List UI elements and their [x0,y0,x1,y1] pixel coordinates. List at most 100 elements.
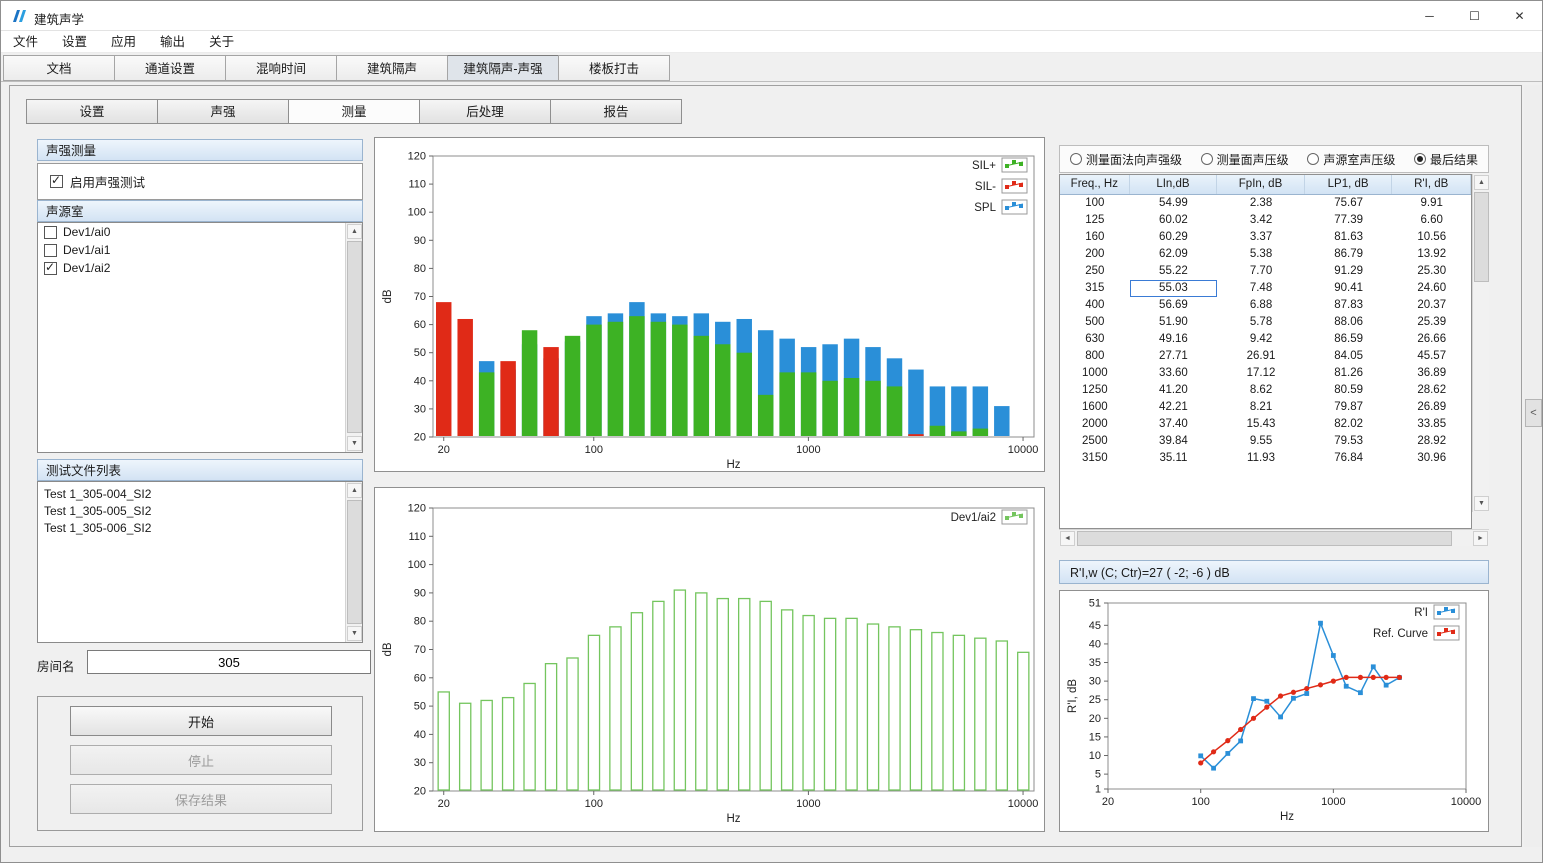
table-cell[interactable]: 79.87 [1305,399,1393,416]
stop-button[interactable]: 停止 [70,745,332,775]
collapse-button[interactable]: < [1525,399,1542,427]
table-cell[interactable]: 630 [1060,331,1130,348]
file-item-2[interactable]: Test 1_305-006_SI2 [38,520,362,537]
table-cell[interactable]: 26.66 [1392,331,1471,348]
table-row-11[interactable]: 125041.208.6280.5928.62 [1060,382,1471,399]
channel-item-2[interactable]: Dev1/ai2 [38,259,362,277]
table-row-13[interactable]: 200037.4015.4382.0233.85 [1060,416,1471,433]
table-cell[interactable]: 1600 [1060,399,1130,416]
table-cell[interactable]: 125 [1060,212,1130,229]
table-cell[interactable]: 41.20 [1130,382,1218,399]
table-row-14[interactable]: 250039.849.5579.5328.92 [1060,433,1471,450]
table-cell[interactable]: 77.39 [1305,212,1393,229]
scroll-up-button[interactable]: ▲ [1474,175,1489,190]
file-list-scrollbar[interactable]: ▲ ▼ [345,482,362,642]
table-cell[interactable]: 56.69 [1130,297,1218,314]
doc-tab-5[interactable]: 楼板打击 [558,55,670,81]
scroll-thumb[interactable] [1077,531,1452,546]
scroll-down-button[interactable]: ▼ [347,626,362,641]
table-cell[interactable]: 11.93 [1217,450,1305,467]
table-row-0[interactable]: 10054.992.3875.679.91 [1060,195,1471,212]
table-row-1[interactable]: 12560.023.4277.396.60 [1060,212,1471,229]
table-cell[interactable]: 800 [1060,348,1130,365]
table-row-3[interactable]: 20062.095.3886.7913.92 [1060,246,1471,263]
table-cell[interactable]: 82.02 [1305,416,1393,433]
table-cell[interactable]: 6.60 [1392,212,1471,229]
menu-item-4[interactable]: 关于 [197,31,246,53]
table-cell[interactable]: 200 [1060,246,1130,263]
table-cell[interactable]: 60.29 [1130,229,1218,246]
table-cell[interactable]: 36.89 [1392,365,1471,382]
table-cell[interactable]: 20.37 [1392,297,1471,314]
table-cell[interactable]: 33.85 [1392,416,1471,433]
room-name-input[interactable] [87,650,371,674]
table-cell[interactable]: 2.38 [1217,195,1305,212]
table-cell[interactable]: 49.16 [1130,331,1218,348]
scroll-thumb[interactable] [347,241,362,433]
start-button[interactable]: 开始 [70,706,332,736]
scroll-right-button[interactable]: ► [1473,531,1488,546]
scroll-up-button[interactable]: ▲ [347,224,362,239]
table-cell[interactable]: 100 [1060,195,1130,212]
table-cell[interactable]: 91.29 [1305,263,1393,280]
table-cell[interactable]: 35.11 [1130,450,1218,467]
table-cell[interactable]: 1000 [1060,365,1130,382]
channel-item-1[interactable]: Dev1/ai1 [38,241,362,259]
table-row-15[interactable]: 315035.1111.9376.8430.96 [1060,450,1471,467]
table-cell[interactable]: 30.96 [1392,450,1471,467]
table-cell[interactable]: 87.83 [1305,297,1393,314]
table-row-12[interactable]: 160042.218.2179.8726.89 [1060,399,1471,416]
table-cell[interactable]: 84.05 [1305,348,1393,365]
sub-tab-2[interactable]: 测量 [288,99,420,124]
table-row-9[interactable]: 80027.7126.9184.0545.57 [1060,348,1471,365]
table-cell[interactable]: 17.12 [1217,365,1305,382]
scroll-down-button[interactable]: ▼ [1474,496,1489,511]
table-row-2[interactable]: 16060.293.3781.6310.56 [1060,229,1471,246]
maximize-button[interactable]: ☐ [1452,1,1497,31]
minimize-button[interactable]: ─ [1407,1,1452,31]
table-cell[interactable]: 315 [1060,280,1130,297]
doc-tab-1[interactable]: 通道设置 [114,55,226,81]
table-cell[interactable]: 7.48 [1217,280,1305,297]
doc-tab-0[interactable]: 文档 [3,55,115,81]
sub-tab-0[interactable]: 设置 [26,99,158,124]
table-cell[interactable]: 10.56 [1392,229,1471,246]
table-cell[interactable]: 5.78 [1217,314,1305,331]
scroll-thumb[interactable] [1474,192,1489,282]
menu-item-3[interactable]: 输出 [148,31,197,53]
table-cell[interactable]: 3.37 [1217,229,1305,246]
table-cell[interactable]: 15.43 [1217,416,1305,433]
table-cell[interactable]: 8.62 [1217,382,1305,399]
table-cell[interactable]: 160 [1060,229,1130,246]
scroll-up-button[interactable]: ▲ [347,483,362,498]
table-cell[interactable]: 25.30 [1392,263,1471,280]
table-cell[interactable]: 76.84 [1305,450,1393,467]
channel-item-0[interactable]: Dev1/ai0 [38,223,362,241]
table-cell[interactable]: 37.40 [1130,416,1218,433]
table-cell[interactable]: 33.60 [1130,365,1218,382]
table-cell[interactable]: 250 [1060,263,1130,280]
menu-item-1[interactable]: 设置 [50,31,99,53]
table-cell[interactable]: 1250 [1060,382,1130,399]
table-cell[interactable]: 81.26 [1305,365,1393,382]
save-results-button[interactable]: 保存结果 [70,784,332,814]
doc-tab-2[interactable]: 混响时间 [225,55,337,81]
table-cell[interactable]: 9.55 [1217,433,1305,450]
table-cell[interactable]: 27.71 [1130,348,1218,365]
table-cell[interactable]: 5.38 [1217,246,1305,263]
channel-checkbox[interactable] [44,244,57,257]
channel-checkbox[interactable] [44,226,57,239]
table-cell[interactable]: 3.42 [1217,212,1305,229]
radio-option-3[interactable]: 最后结果 [1414,151,1478,168]
scroll-thumb[interactable] [347,500,362,624]
table-cell[interactable]: 45.57 [1392,348,1471,365]
table-cell[interactable]: 39.84 [1130,433,1218,450]
table-cell[interactable]: 88.06 [1305,314,1393,331]
table-cell[interactable]: 86.59 [1305,331,1393,348]
doc-tab-4[interactable]: 建筑隔声-声强 [447,55,559,81]
table-cell[interactable]: 51.90 [1130,314,1218,331]
radio-circle[interactable] [1201,153,1213,165]
scroll-left-button[interactable]: ◄ [1060,531,1075,546]
table-cell[interactable]: 81.63 [1305,229,1393,246]
table-cell[interactable]: 28.92 [1392,433,1471,450]
